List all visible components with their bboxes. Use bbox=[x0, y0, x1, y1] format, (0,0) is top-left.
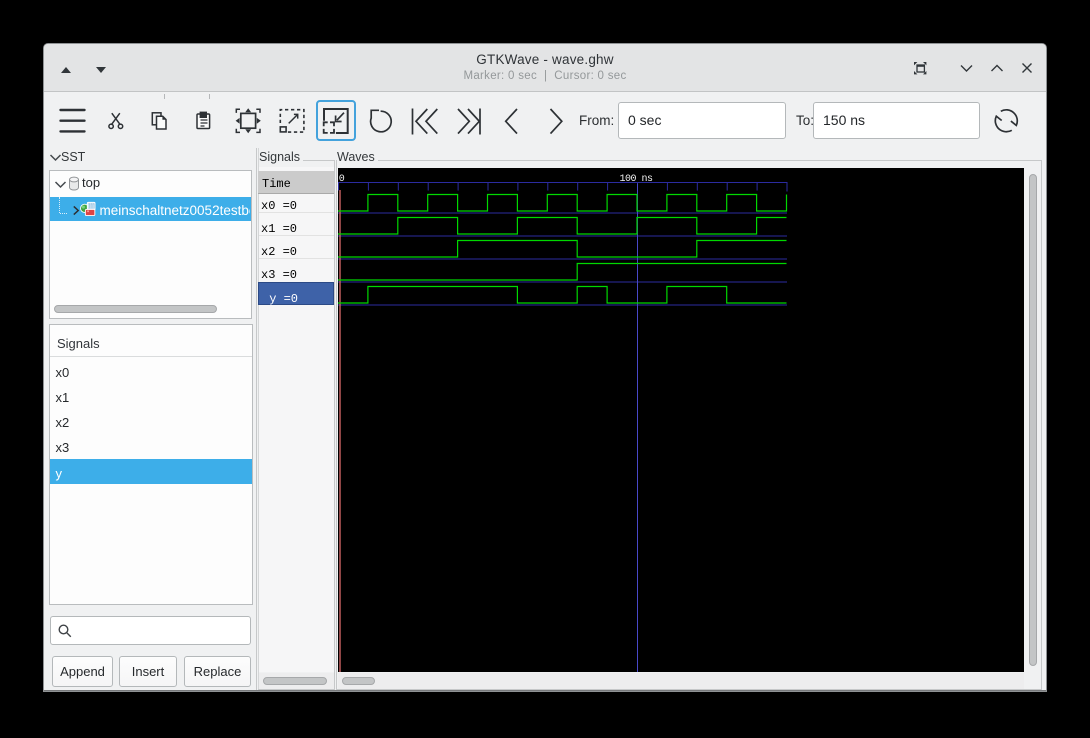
svg-text:100 ns: 100 ns bbox=[620, 174, 654, 185]
svg-text:0: 0 bbox=[339, 174, 345, 185]
